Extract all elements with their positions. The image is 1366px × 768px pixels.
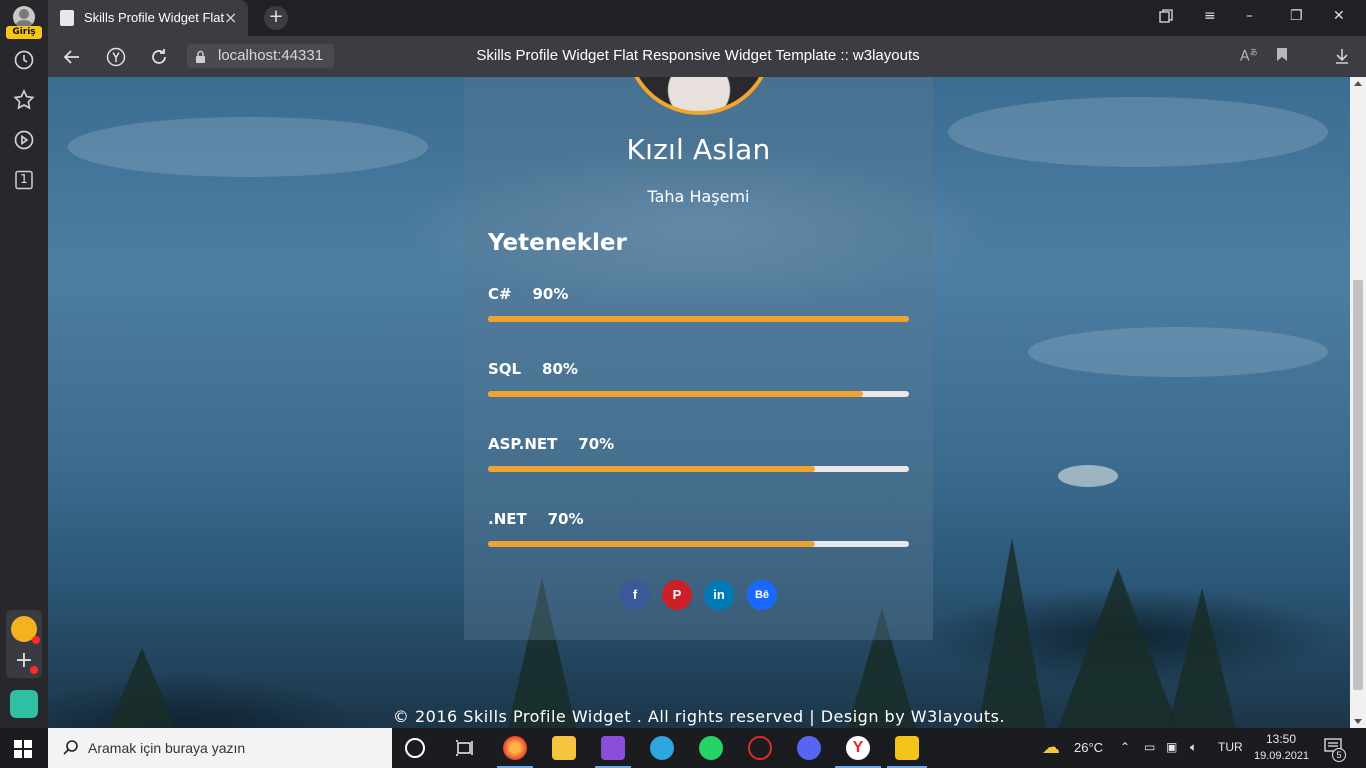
volume-icon[interactable]: 🔈︎ bbox=[1190, 740, 1197, 755]
login-badge[interactable]: Giriş bbox=[6, 26, 42, 39]
discord-icon[interactable] bbox=[797, 736, 821, 760]
back-arrow-icon[interactable] bbox=[61, 46, 83, 68]
skill-progress-fill bbox=[488, 541, 816, 547]
reload-icon[interactable] bbox=[148, 46, 170, 68]
lock-icon bbox=[195, 49, 206, 63]
bookmarks-star-icon[interactable] bbox=[12, 88, 36, 112]
clock-time[interactable]: 13:50 bbox=[1266, 732, 1296, 746]
skill-progress-track bbox=[488, 316, 909, 322]
page-title-display: Skills Profile Widget Flat Responsive Wi… bbox=[476, 47, 920, 64]
profile-avatar bbox=[625, 77, 773, 115]
cortana-icon[interactable] bbox=[405, 738, 425, 758]
history-icon[interactable] bbox=[12, 48, 36, 72]
translate-icon[interactable]: Aあ bbox=[1240, 47, 1258, 65]
profile-button[interactable]: Giriş bbox=[6, 6, 42, 39]
behance-icon[interactable]: Bē bbox=[747, 580, 777, 610]
facebook-icon[interactable]: f bbox=[620, 580, 650, 610]
visual-studio-icon[interactable] bbox=[601, 736, 625, 760]
mail-icon[interactable] bbox=[11, 616, 40, 644]
tab-title: Skills Profile Widget Flat bbox=[84, 10, 224, 25]
tabs-count: 1 bbox=[20, 172, 28, 186]
menu-icon[interactable]: ≡ bbox=[1204, 8, 1216, 24]
task-view-icon[interactable] bbox=[453, 736, 477, 760]
profile-card: Kızıl Aslan Taha Haşemi Yetenekler C# 90… bbox=[464, 77, 933, 640]
antivirus-icon[interactable] bbox=[748, 736, 772, 760]
url-field[interactable]: localhost:44331 bbox=[187, 44, 334, 68]
tab-overview-icon[interactable] bbox=[1158, 8, 1174, 28]
url-text: localhost:44331 bbox=[218, 47, 324, 64]
media-play-icon[interactable] bbox=[12, 128, 36, 152]
skill-progress-track bbox=[488, 391, 909, 397]
add-widget-icon[interactable]: + bbox=[13, 650, 38, 674]
notification-count-badge: 5 bbox=[1332, 748, 1346, 762]
weather-icon[interactable]: ☁ bbox=[1042, 737, 1060, 758]
skill-progress-fill bbox=[488, 316, 909, 322]
bookmark-icon[interactable] bbox=[1276, 47, 1288, 66]
scroll-up-arrow-icon[interactable] bbox=[1354, 81, 1362, 86]
network-icon[interactable]: ▣ bbox=[1166, 740, 1177, 754]
profile-name: Kızıl Aslan bbox=[626, 133, 771, 166]
scrollbar-thumb[interactable] bbox=[1353, 280, 1363, 690]
page-scrollbar[interactable] bbox=[1350, 77, 1366, 728]
browser-sidebar: Giriş 1 + bbox=[0, 0, 48, 728]
profile-subtitle: Taha Haşemi bbox=[647, 187, 750, 206]
skill-item: ASP.NET 70% bbox=[488, 435, 909, 485]
skill-item: C# 90% bbox=[488, 285, 909, 335]
search-icon bbox=[62, 739, 80, 757]
skill-progress-track bbox=[488, 541, 909, 547]
skill-label: ASP.NET 70% bbox=[488, 435, 615, 453]
new-tab-button[interactable]: + bbox=[264, 6, 288, 30]
page-favicon-icon bbox=[60, 10, 74, 26]
language-indicator[interactable]: TUR bbox=[1218, 740, 1243, 754]
footer-copyright: © 2016 Skills Profile Widget . All right… bbox=[392, 707, 1006, 726]
messenger-icon[interactable] bbox=[10, 690, 38, 718]
search-placeholder: Aramak için buraya yazın bbox=[88, 740, 246, 756]
restore-button[interactable]: ❐ bbox=[1290, 8, 1303, 24]
downloads-icon[interactable] bbox=[1334, 47, 1350, 69]
sidebar-widgets: + bbox=[6, 610, 42, 678]
battery-icon[interactable]: ▭ bbox=[1144, 740, 1155, 754]
skill-label: .NET 70% bbox=[488, 510, 584, 528]
user-avatar-icon bbox=[13, 6, 35, 28]
whatsapp-icon[interactable] bbox=[699, 736, 723, 760]
tray-expand-icon[interactable]: ⌃ bbox=[1120, 740, 1130, 754]
tab-active[interactable]: Skills Profile Widget Flat × bbox=[48, 0, 248, 36]
clock-date[interactable]: 19.09.2021 bbox=[1254, 750, 1309, 762]
tree-silhouette bbox=[978, 538, 1046, 728]
scroll-down-arrow-icon[interactable] bbox=[1354, 719, 1362, 724]
windows-taskbar: Aramak için buraya yazın Y ☁ 26°C ⌃ ▭ ▣ … bbox=[0, 728, 1366, 768]
cloud-shape bbox=[68, 117, 428, 177]
skill-item: .NET 70% bbox=[488, 510, 909, 560]
temperature-label[interactable]: 26°C bbox=[1074, 740, 1103, 755]
minimize-button[interactable]: – bbox=[1246, 8, 1253, 24]
page-background: Kızıl Aslan Taha Haşemi Yetenekler C# 90… bbox=[48, 77, 1350, 728]
skill-progress-fill bbox=[488, 391, 863, 397]
cloud-shape bbox=[1028, 327, 1328, 377]
tab-bar: Skills Profile Widget Flat × + ≡ – ❐ ✕ bbox=[48, 0, 1366, 36]
cloud-shape bbox=[1058, 465, 1118, 487]
skills-heading: Yetenekler bbox=[488, 230, 627, 256]
tree-silhouette bbox=[1058, 568, 1178, 728]
telegram-icon[interactable] bbox=[650, 736, 674, 760]
firefox-icon[interactable] bbox=[503, 736, 527, 760]
pinterest-icon[interactable]: P bbox=[662, 580, 692, 610]
skill-progress-track bbox=[488, 466, 909, 472]
skill-label: SQL 80% bbox=[488, 360, 578, 378]
taskbar-search-box[interactable]: Aramak için buraya yazın bbox=[48, 728, 392, 768]
yandex-browser-icon[interactable]: Y bbox=[846, 736, 870, 760]
tab-close-icon[interactable]: × bbox=[224, 8, 237, 28]
snipping-tool-icon[interactable] bbox=[895, 736, 919, 760]
windows-start-icon[interactable] bbox=[14, 740, 32, 758]
window-close-button[interactable]: ✕ bbox=[1333, 8, 1345, 24]
file-explorer-icon[interactable] bbox=[552, 736, 576, 760]
cloud-shape bbox=[948, 97, 1328, 167]
yandex-home-icon[interactable] bbox=[105, 46, 127, 68]
skill-label: C# 90% bbox=[488, 285, 569, 303]
skill-progress-fill bbox=[488, 466, 816, 472]
address-bar: localhost:44331 Skills Profile Widget Fl… bbox=[48, 36, 1366, 77]
tabs-counter-button[interactable]: 1 bbox=[12, 168, 36, 192]
skill-item: SQL 80% bbox=[488, 360, 909, 410]
linkedin-icon[interactable]: in bbox=[704, 580, 734, 610]
